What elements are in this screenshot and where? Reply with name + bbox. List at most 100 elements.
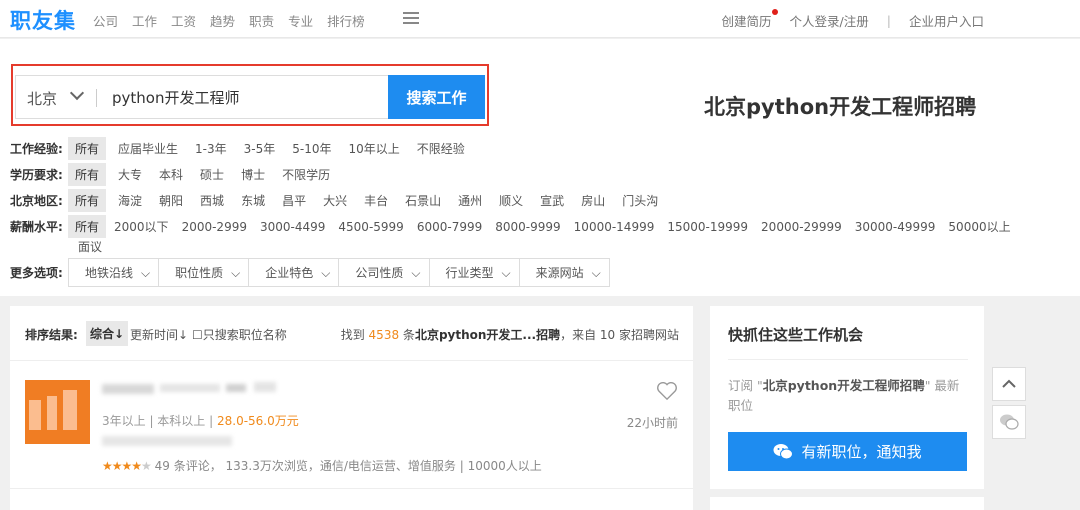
sort-bar: 排序结果: 综合↓ 更新时间↓ ☐只搜索职位名称 找到 4538 条北京pyth… <box>10 306 693 361</box>
site-logo[interactable]: 职友集 <box>10 5 76 35</box>
nav-item-company[interactable]: 公司 <box>93 11 118 30</box>
search-button[interactable]: 搜索工作 <box>388 75 485 119</box>
filter-option[interactable]: 20000-29999 <box>761 220 842 234</box>
menu-icon[interactable] <box>403 12 419 24</box>
nav-item-salary[interactable]: 工资 <box>171 11 196 30</box>
filter-option-selected[interactable]: 所有 <box>68 189 107 212</box>
enterprise-entry-link[interactable]: 企业用户入口 <box>909 11 984 30</box>
secondary-side-panel <box>710 497 984 510</box>
filter-option-selected[interactable]: 所有 <box>68 163 107 186</box>
more-option-dropdown[interactable]: 企业特色 ⌵ <box>249 259 340 286</box>
filter-education: 学历要求: 所有 大专 本科 硕士 博士 不限学历 <box>10 163 347 186</box>
filter-option[interactable]: 10年以上 <box>349 140 400 157</box>
wechat-icon <box>773 443 794 459</box>
company-logo <box>25 380 90 444</box>
filter-option[interactable]: 30000-49999 <box>855 220 936 234</box>
subscribe-panel: 快抓住这些工作机会 订阅 "北京python开发工程师招聘" 最新职位 有新职位… <box>710 306 984 489</box>
filter-option[interactable]: 西城 <box>200 192 224 209</box>
sort-label: 排序结果: <box>25 328 78 342</box>
filter-option[interactable]: 通州 <box>458 192 482 209</box>
filter-more: 更多选项: 地铁沿线 ⌵ 职位性质 ⌵ 企业特色 ⌵ 公司性质 ⌵ 行业类型 ⌵ 来源网站… <box>10 258 610 287</box>
more-option-dropdown[interactable]: 来源网站 ⌵ <box>520 259 609 286</box>
filter-label: 更多选项: <box>10 266 63 280</box>
filter-option[interactable]: 3-5年 <box>244 140 276 157</box>
filter-option[interactable]: 4500-5999 <box>338 220 403 234</box>
feedback-button[interactable] <box>992 405 1026 439</box>
filter-option-selected[interactable]: 所有 <box>68 137 107 160</box>
filter-option[interactable]: 8000-9999 <box>495 220 560 234</box>
job-posted-time: 22小时前 <box>626 416 678 430</box>
filter-option[interactable]: 顺义 <box>499 192 523 209</box>
filter-salary: 薪酬水平: 所有 2000以下 2000-2999 3000-4499 4500… <box>10 215 1011 238</box>
filter-option[interactable]: 石景山 <box>405 192 441 209</box>
user-links: 创建简历 个人登录/注册 | 企业用户入口 <box>704 9 984 30</box>
job-meta: 3年以上 | 本科以上 | 28.0-56.0万元 <box>102 412 299 429</box>
filter-option[interactable]: 15000-19999 <box>667 220 748 234</box>
job-requirements: 3年以上 | 本科以上 | <box>102 414 217 428</box>
filter-option[interactable]: 10000-14999 <box>574 220 655 234</box>
filter-option-selected[interactable]: 所有 <box>68 215 107 238</box>
filter-option[interactable]: 5-10年 <box>292 140 331 157</box>
chevron-down-icon[interactable] <box>69 85 85 101</box>
filter-option[interactable]: 朝阳 <box>159 192 183 209</box>
create-resume-link[interactable]: 创建简历 <box>722 9 778 30</box>
subscribe-description: 订阅 "北京python开发工程师招聘" 最新职位 <box>728 376 968 416</box>
filter-option[interactable]: 大兴 <box>323 192 347 209</box>
nav-item-trends[interactable]: 趋势 <box>210 11 235 30</box>
filter-option[interactable]: 不限学历 <box>282 166 330 183</box>
nav-item-jobs[interactable]: 工作 <box>132 11 157 30</box>
chat-icon <box>1000 414 1019 430</box>
nav-item-duties[interactable]: 职责 <box>249 11 274 30</box>
login-register-link[interactable]: 个人登录/注册 <box>790 11 869 30</box>
filter-option[interactable]: 本科 <box>159 166 183 183</box>
more-option-label: 行业类型 <box>445 266 494 280</box>
job-card[interactable]: 3年以上 | 本科以上 | 28.0-56.0万元 22小时前 ★★★★★ 49… <box>10 362 693 489</box>
blurred-job-title <box>226 384 246 392</box>
filter-option[interactable]: 6000-7999 <box>417 220 482 234</box>
sort-update-time[interactable]: 更新时间↓ <box>130 326 188 343</box>
title-only-checkbox[interactable]: ☐只搜索职位名称 <box>192 326 287 343</box>
back-to-top-button[interactable] <box>992 367 1026 401</box>
filter-option[interactable]: 2000-2999 <box>182 220 247 234</box>
filter-option[interactable]: 2000以下 <box>114 218 169 235</box>
filter-experience: 工作经验: 所有 应届毕业生 1-3年 3-5年 5-10年 10年以上 不限经… <box>10 137 482 160</box>
filter-option[interactable]: 面议 <box>78 238 102 255</box>
filter-option[interactable]: 3000-4499 <box>260 220 325 234</box>
filter-option[interactable]: 丰台 <box>364 192 388 209</box>
filter-option[interactable]: 1-3年 <box>195 140 227 157</box>
notify-new-jobs-button[interactable]: 有新职位，通知我 <box>728 432 967 471</box>
filter-option[interactable]: 门头沟 <box>622 192 658 209</box>
search-filter-panel: 北京 搜索工作 北京python开发工程师招聘 工作经验: 所有 应届毕业生 1… <box>0 39 1080 296</box>
filter-option[interactable]: 海淀 <box>118 192 142 209</box>
filter-option[interactable]: 东城 <box>241 192 265 209</box>
filter-option[interactable]: 硕士 <box>200 166 224 183</box>
link-separator: | <box>886 13 891 28</box>
count-suffix: ，来自 10 家招聘网站 <box>560 328 679 342</box>
filter-option[interactable]: 应届毕业生 <box>118 140 178 157</box>
more-option-label: 地铁沿线 <box>85 266 134 280</box>
search-divider <box>96 89 97 107</box>
filter-option[interactable]: 博士 <box>241 166 265 183</box>
filter-option[interactable]: 房山 <box>581 192 605 209</box>
filter-option[interactable]: 大专 <box>118 166 142 183</box>
filter-option[interactable]: 50000以上 <box>948 218 1010 235</box>
more-option-dropdown[interactable]: 行业类型 ⌵ <box>430 259 520 286</box>
city-selector[interactable]: 北京 <box>27 88 57 109</box>
panel-divider <box>728 359 968 360</box>
more-option-dropdown[interactable]: 公司性质 ⌵ <box>339 259 430 286</box>
search-input[interactable] <box>112 84 382 110</box>
favorite-heart-icon[interactable] <box>656 381 678 401</box>
more-option-label: 职位性质 <box>175 266 224 280</box>
filter-label: 北京地区: <box>10 194 63 208</box>
desc-keyword: 北京python开发工程师招聘 <box>762 378 925 393</box>
filter-option[interactable]: 宣武 <box>540 192 564 209</box>
sort-comprehensive[interactable]: 综合↓ <box>86 321 129 346</box>
nav-item-rankings[interactable]: 排行榜 <box>327 11 365 30</box>
filter-option[interactable]: 不限经验 <box>417 140 465 157</box>
more-option-dropdown[interactable]: 职位性质 ⌵ <box>159 259 250 286</box>
nav-item-majors[interactable]: 专业 <box>288 11 313 30</box>
more-option-dropdown[interactable]: 地铁沿线 ⌵ <box>69 259 160 286</box>
main-nav: 公司 工作 工资 趋势 职责 专业 排行榜 <box>93 11 379 30</box>
filter-option[interactable]: 昌平 <box>282 192 306 209</box>
job-salary: 28.0-56.0万元 <box>216 414 299 428</box>
